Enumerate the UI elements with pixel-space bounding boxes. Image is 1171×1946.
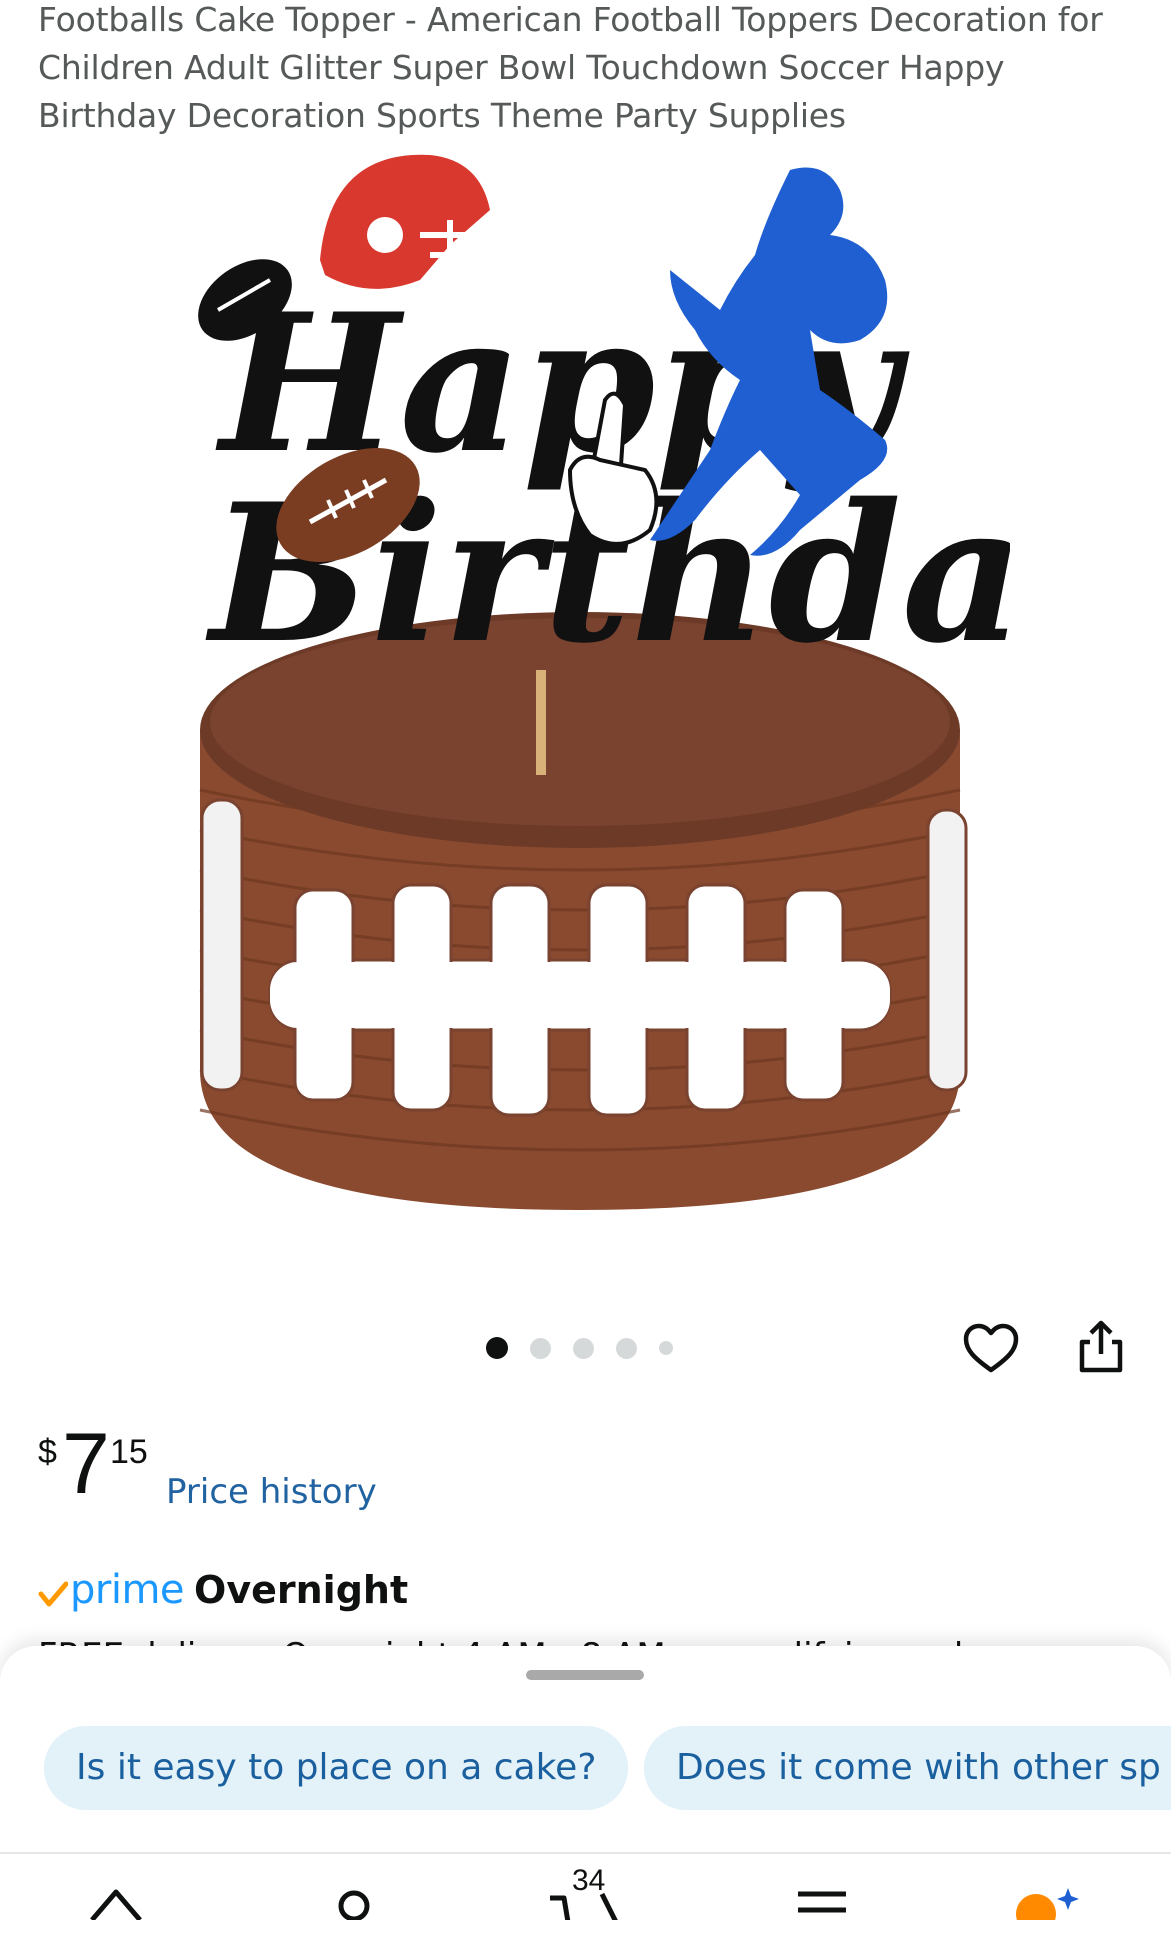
wishlist-button[interactable] [960,1318,1022,1380]
nav-home[interactable] [86,1884,146,1920]
product-image[interactable]: Happy Birthday [150,150,1010,1240]
nav-rufus[interactable] [1014,1884,1084,1920]
suggestion-chip[interactable]: Does it come with other sp [644,1726,1171,1810]
suggestion-chip[interactable]: Is it easy to place on a cake? [44,1726,629,1810]
heart-icon [963,1323,1019,1373]
home-icon [90,1889,142,1920]
cart-count: 34 [572,1864,606,1897]
price-history-link[interactable]: Price history [166,1472,377,1512]
carousel-dot[interactable] [530,1337,551,1359]
share-button[interactable] [1070,1316,1132,1378]
carousel-dot-active[interactable] [486,1337,508,1359]
prime-logo: prime [70,1567,185,1613]
menu-icon [798,1891,846,1913]
divider [0,1852,1171,1854]
carousel-dot[interactable] [573,1337,594,1359]
nav-menu[interactable] [796,1890,848,1920]
rufus-icon [1016,1888,1079,1920]
prime-check-icon [38,1581,68,1607]
delivery-option: Overnight [194,1568,409,1612]
bottom-nav: 34 [0,1856,1171,1920]
carousel-dot[interactable] [616,1337,637,1359]
carousel-dot[interactable] [659,1341,673,1355]
carousel-dots[interactable] [486,1336,673,1360]
nav-account[interactable] [330,1884,378,1920]
share-icon [1079,1320,1123,1373]
delivery-prime: prime Overnight [38,1562,408,1618]
product-title: Footballs Cake Topper - American Footbal… [38,0,1103,135]
price-currency: $ [38,1433,57,1471]
price-fraction: 15 [110,1433,148,1471]
account-icon [338,1890,370,1920]
price-whole: 7 [62,1416,110,1512]
sheet-handle[interactable] [526,1670,644,1680]
nav-cart[interactable]: 34 [546,1864,626,1920]
product-image-carousel[interactable]: Happy Birthday [0,150,1171,1300]
